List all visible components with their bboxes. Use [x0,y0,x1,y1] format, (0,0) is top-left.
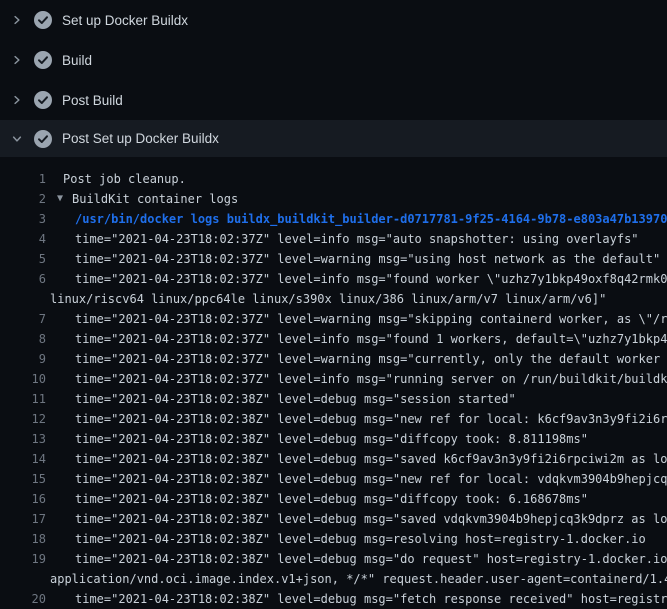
log-row: 10 time="2021-04-23T18:02:37Z" level=inf… [0,369,667,389]
log-row: 3 /usr/bin/docker logs buildx_buildkit_b… [0,209,667,229]
step-header-build[interactable]: Build [0,40,667,80]
log-row: 18 time="2021-04-23T18:02:38Z" level=deb… [0,529,667,549]
log-text: time="2021-04-23T18:02:38Z" level=debug … [75,469,667,489]
line-number [0,289,46,309]
step-label: Set up Docker Buildx [62,13,188,28]
log-text: linux/riscv64 linux/ppc64le linux/s390x … [50,289,606,309]
log-text: time="2021-04-23T18:02:37Z" level=info m… [75,269,667,289]
check-circle-icon [34,51,52,69]
workflow-log-viewer: Set up Docker Buildx Build Post Build Po… [0,0,667,609]
log-row: linux/riscv64 linux/ppc64le linux/s390x … [0,289,667,309]
check-circle-icon [34,130,52,148]
log-text: time="2021-04-23T18:02:38Z" level=debug … [75,409,667,429]
line-number[interactable]: 3 [0,209,46,229]
chevron-right-icon [9,94,25,106]
log-text: time="2021-04-23T18:02:38Z" level=debug … [75,429,588,449]
log-row: 12 time="2021-04-23T18:02:38Z" level=deb… [0,409,667,429]
line-number[interactable]: 9 [0,349,46,369]
step-header-post-build[interactable]: Post Build [0,80,667,120]
check-circle-icon [34,91,52,109]
chevron-down-icon [9,133,25,145]
check-circle-icon [34,11,52,29]
log-row: 4 time="2021-04-23T18:02:37Z" level=info… [0,229,667,249]
log-text: application/vnd.oci.image.index.v1+json,… [50,569,667,589]
log-row: 20 time="2021-04-23T18:02:38Z" level=deb… [0,589,667,609]
chevron-right-icon [9,54,25,66]
log-row: 2 ▼ BuildKit container logs [0,189,667,209]
line-number[interactable]: 15 [0,469,46,489]
line-number[interactable]: 12 [0,409,46,429]
log-text: time="2021-04-23T18:02:37Z" level=warnin… [75,309,667,329]
log-row: 14 time="2021-04-23T18:02:38Z" level=deb… [0,449,667,469]
line-number[interactable]: 6 [0,269,46,289]
step-label: Post Set up Docker Buildx [62,131,219,146]
step-header-set-up-docker-buildx[interactable]: Set up Docker Buildx [0,0,667,40]
line-number[interactable]: 17 [0,509,46,529]
line-number[interactable]: 18 [0,529,46,549]
log-text: time="2021-04-23T18:02:38Z" level=debug … [75,549,667,569]
line-number[interactable]: 5 [0,249,46,269]
log-text: time="2021-04-23T18:02:38Z" level=debug … [75,529,646,549]
chevron-right-icon [9,14,25,26]
log-row: 17 time="2021-04-23T18:02:38Z" level=deb… [0,509,667,529]
log-row: 15 time="2021-04-23T18:02:38Z" level=deb… [0,469,667,489]
log-text: time="2021-04-23T18:02:38Z" level=debug … [75,509,667,529]
log-row: 11 time="2021-04-23T18:02:38Z" level=deb… [0,389,667,409]
line-number[interactable]: 16 [0,489,46,509]
command-text: /usr/bin/docker logs buildx_buildkit_bui… [75,209,667,229]
line-number [0,569,46,589]
log-area: 1 Post job cleanup. 2 ▼ BuildKit contain… [0,157,667,609]
line-number[interactable]: 2 [0,189,46,209]
line-number[interactable]: 20 [0,589,46,609]
group-expander-icon[interactable]: ▼ [54,189,66,209]
line-number[interactable]: 7 [0,309,46,329]
log-row: 19 time="2021-04-23T18:02:38Z" level=deb… [0,549,667,569]
log-row: 1 Post job cleanup. [0,169,667,189]
line-number[interactable]: 19 [0,549,46,569]
log-row: 7 time="2021-04-23T18:02:37Z" level=warn… [0,309,667,329]
log-text: BuildKit container logs [72,189,238,209]
log-row: 9 time="2021-04-23T18:02:37Z" level=warn… [0,349,667,369]
log-row: 16 time="2021-04-23T18:02:38Z" level=deb… [0,489,667,509]
step-list: Set up Docker Buildx Build Post Build Po… [0,0,667,157]
log-text: time="2021-04-23T18:02:37Z" level=info m… [75,329,667,349]
log-row: 13 time="2021-04-23T18:02:38Z" level=deb… [0,429,667,449]
line-number[interactable]: 13 [0,429,46,449]
log-text: time="2021-04-23T18:02:38Z" level=debug … [75,449,667,469]
step-label: Build [62,53,92,68]
log-row: 6 time="2021-04-23T18:02:37Z" level=info… [0,269,667,289]
line-number[interactable]: 10 [0,369,46,389]
log-text: time="2021-04-23T18:02:38Z" level=debug … [75,589,667,609]
step-header-post-set-up-docker-buildx[interactable]: Post Set up Docker Buildx [0,120,667,157]
line-number[interactable]: 4 [0,229,46,249]
line-number[interactable]: 11 [0,389,46,409]
line-number[interactable]: 14 [0,449,46,469]
step-label: Post Build [62,93,123,108]
log-text: time="2021-04-23T18:02:37Z" level=info m… [75,229,639,249]
log-text: time="2021-04-23T18:02:38Z" level=debug … [75,389,516,409]
log-row: 8 time="2021-04-23T18:02:37Z" level=info… [0,329,667,349]
log-text: time="2021-04-23T18:02:37Z" level=warnin… [75,349,667,369]
log-row: application/vnd.oci.image.index.v1+json,… [0,569,667,589]
log-row: 5 time="2021-04-23T18:02:37Z" level=warn… [0,249,667,269]
log-text: time="2021-04-23T18:02:37Z" level=warnin… [75,249,660,269]
line-number[interactable]: 1 [0,169,46,189]
log-text: Post job cleanup. [63,169,186,189]
log-text: time="2021-04-23T18:02:37Z" level=info m… [75,369,667,389]
log-text: time="2021-04-23T18:02:38Z" level=debug … [75,489,588,509]
line-number[interactable]: 8 [0,329,46,349]
